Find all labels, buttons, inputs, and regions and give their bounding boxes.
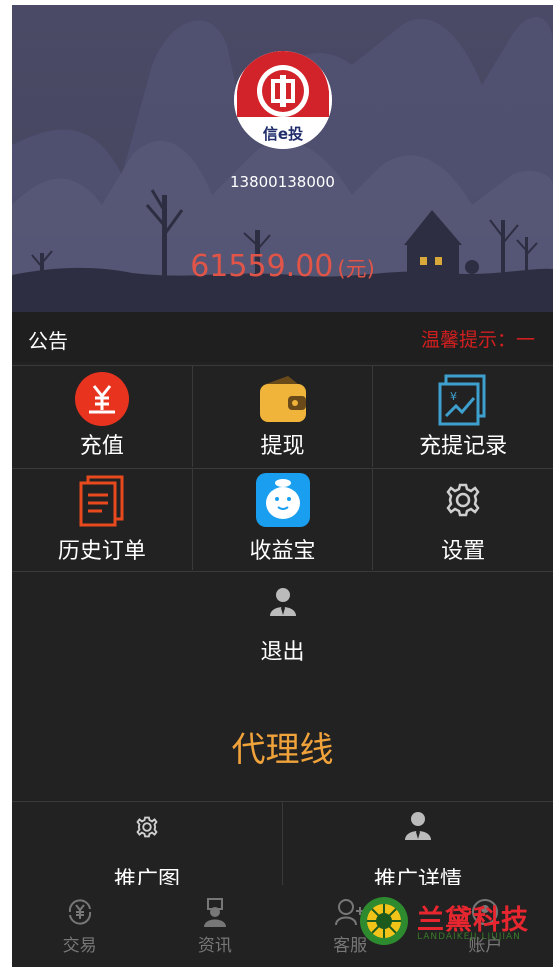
tab-news[interactable]: 资讯 [147,885,282,967]
watermark-en-text: LANDAIKEJI.LIUJIAN [417,932,521,942]
order-history-button[interactable]: 历史订单 [12,469,193,570]
user-icon [405,812,431,840]
records-icon: ¥ [438,374,486,426]
menu-row-1: 充值 提现 ¥ 充提记录 [12,365,553,467]
user-icon [270,588,296,616]
gear-icon [446,483,480,517]
balance-amount: 61559.00 [190,249,334,284]
notice-label: 公告 [28,329,68,353]
menu-row-3: 退出 代理线 [12,571,553,802]
order-list-icon [79,475,124,527]
phone-number: 13800138000 [230,173,335,191]
settings-label: 设置 [441,539,486,564]
order-history-label: 历史订单 [57,539,146,564]
brand-logo-avatar[interactable]: 信e投 [234,51,332,149]
menu-row-2: 历史订单 收益宝 设置 [12,468,553,570]
recharge-yen-icon [74,372,129,426]
withdraw-button[interactable]: 提现 [193,366,374,467]
tab-trade-label: 交易 [62,936,97,956]
balance-display: 61559.00 (元) [12,249,553,284]
yield-treasure-label: 收益宝 [249,539,316,564]
balance-unit: (元) [337,257,375,281]
svg-text:¥: ¥ [450,390,457,403]
sunflower-logo-icon [360,897,408,945]
logout-button[interactable]: 退出 [12,572,553,682]
tab-news-label: 资讯 [197,936,232,956]
gear-icon [136,816,158,838]
deposit-withdraw-records-button[interactable]: ¥ 充提记录 [373,366,553,467]
profile-header: 信e投 13800138000 61559.00 (元) [12,5,553,312]
svg-text:信e投: 信e投 [263,125,303,143]
notice-marquee-text: 温馨提示：一 [421,329,536,351]
recharge-label: 充值 [79,434,124,459]
withdraw-label: 提现 [260,434,305,459]
wallet-icon [259,376,306,422]
yield-treasure-button[interactable]: 收益宝 [193,469,374,570]
promotion-details-button[interactable]: 推广详情 [283,802,553,893]
tab-trade[interactable]: 交易 [12,885,147,967]
logout-label: 退出 [260,640,305,665]
records-label: 充提记录 [419,434,508,459]
promotion-image-button[interactable]: 推广图 [12,802,283,893]
mascot-icon [255,473,310,527]
settings-button[interactable]: 设置 [373,469,553,570]
notice-bar[interactable]: 公告 温馨提示：一 [12,312,553,362]
app-container: 信e投 13800138000 61559.00 (元) 公告 温馨提示：一 充值 [12,5,553,967]
agent-section-title: 代理线 [231,730,334,770]
citic-logo-icon: 信e投 [234,51,332,149]
company-watermark: 兰黛科技 LANDAIKEJI.LIUJIAN [357,894,547,950]
agent-row: 推广图 推广详情 [12,801,553,893]
yen-cycle-icon [68,899,91,925]
news-person-icon [203,898,226,927]
recharge-button[interactable]: 充值 [12,366,193,467]
